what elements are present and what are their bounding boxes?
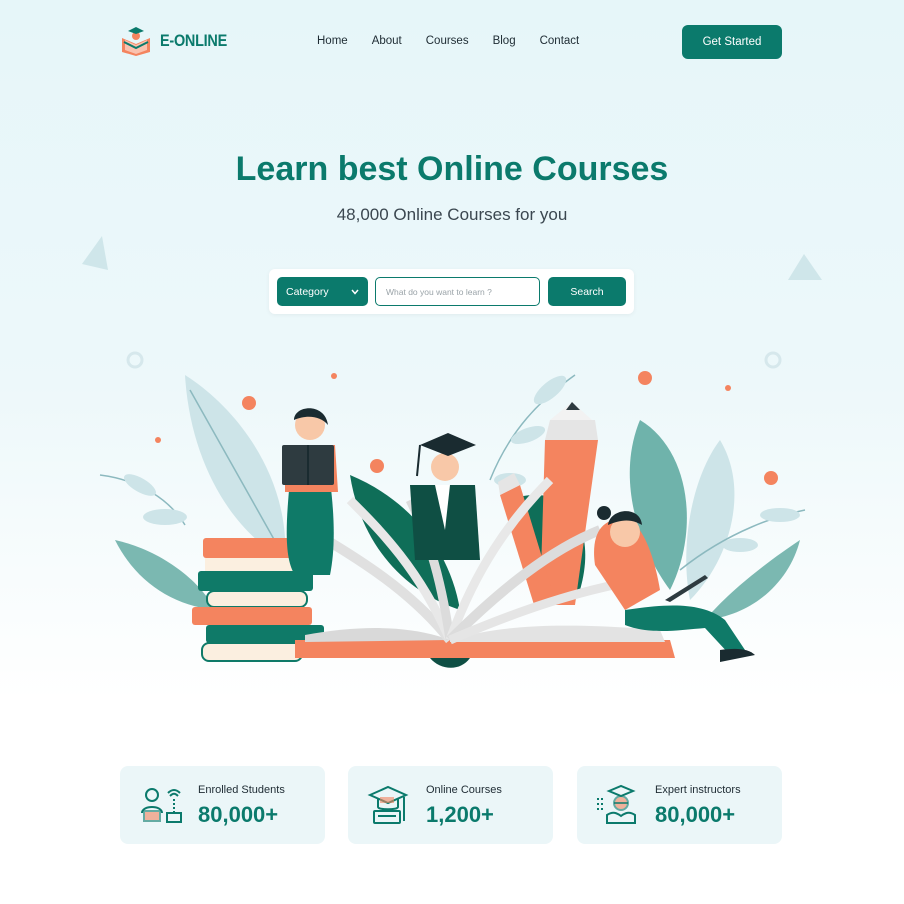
- stat-card-enrolled-students: Enrolled Students 80,000+: [120, 766, 325, 844]
- pencil-large: [540, 402, 598, 605]
- decor-dot: [638, 371, 652, 385]
- stat-value: 80,000+: [655, 802, 736, 827]
- woman-reading-figure: [282, 408, 338, 575]
- nav-contact[interactable]: Contact: [540, 35, 580, 47]
- nav-home[interactable]: Home: [317, 35, 348, 47]
- hero-subtitle: 48,000 Online Courses for you: [336, 205, 568, 224]
- instructor-globe-icon: [597, 784, 636, 824]
- stat-label: Online Courses: [426, 784, 502, 796]
- get-started-button[interactable]: Get Started: [682, 25, 782, 59]
- stat-card-expert-instructors: Expert instructors 80,000+: [577, 766, 782, 844]
- main-nav: Home About Courses Blog Contact: [317, 35, 579, 47]
- stat-card-online-courses: Online Courses 1,200+: [348, 766, 553, 844]
- stat-label: Expert instructors: [655, 784, 741, 796]
- stat-value: 1,200+: [426, 802, 494, 827]
- stat-label: Enrolled Students: [198, 784, 285, 796]
- decor-dot: [764, 471, 778, 485]
- graduation-computer-icon: [367, 785, 409, 824]
- brand-name: E-ONLINE: [160, 31, 228, 50]
- brand-logo[interactable]: E-ONLINE: [120, 26, 239, 56]
- nav-courses[interactable]: Courses: [426, 35, 469, 47]
- logo-book-icon: [122, 27, 150, 56]
- nav-about[interactable]: About: [372, 35, 402, 47]
- student-laptop-icon: [141, 788, 182, 823]
- hero-title: Learn best Online Courses: [235, 150, 669, 188]
- decor-dot: [725, 385, 731, 391]
- nav-blog[interactable]: Blog: [493, 35, 516, 47]
- decor-dot: [242, 396, 256, 410]
- decor-dot: [331, 373, 337, 379]
- decor-dot: [155, 437, 161, 443]
- graduate-figure: [410, 433, 480, 560]
- decor-dot: [370, 459, 384, 473]
- stat-value: 80,000+: [198, 802, 279, 827]
- hero-illustration: [99, 371, 806, 668]
